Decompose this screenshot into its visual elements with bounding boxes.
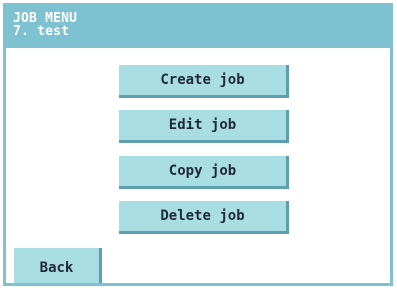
copy-job-button[interactable]: Copy job: [119, 156, 289, 189]
header-bar: JOB MENU 7. test: [6, 3, 390, 48]
back-button[interactable]: Back: [14, 248, 102, 283]
create-job-button[interactable]: Create job: [119, 65, 289, 98]
job-menu-screen: JOB MENU 7. test Create job Edit job Cop…: [3, 3, 393, 286]
delete-job-label: Delete job: [160, 208, 245, 224]
edit-job-label: Edit job: [168, 117, 237, 133]
copy-job-label: Copy job: [168, 163, 237, 179]
back-label: Back: [39, 260, 74, 276]
job-name: 7. test: [13, 24, 70, 39]
edit-job-button[interactable]: Edit job: [119, 110, 289, 143]
create-job-label: Create job: [160, 72, 245, 88]
page-title: JOB MENU: [13, 11, 78, 26]
delete-job-button[interactable]: Delete job: [119, 201, 289, 234]
